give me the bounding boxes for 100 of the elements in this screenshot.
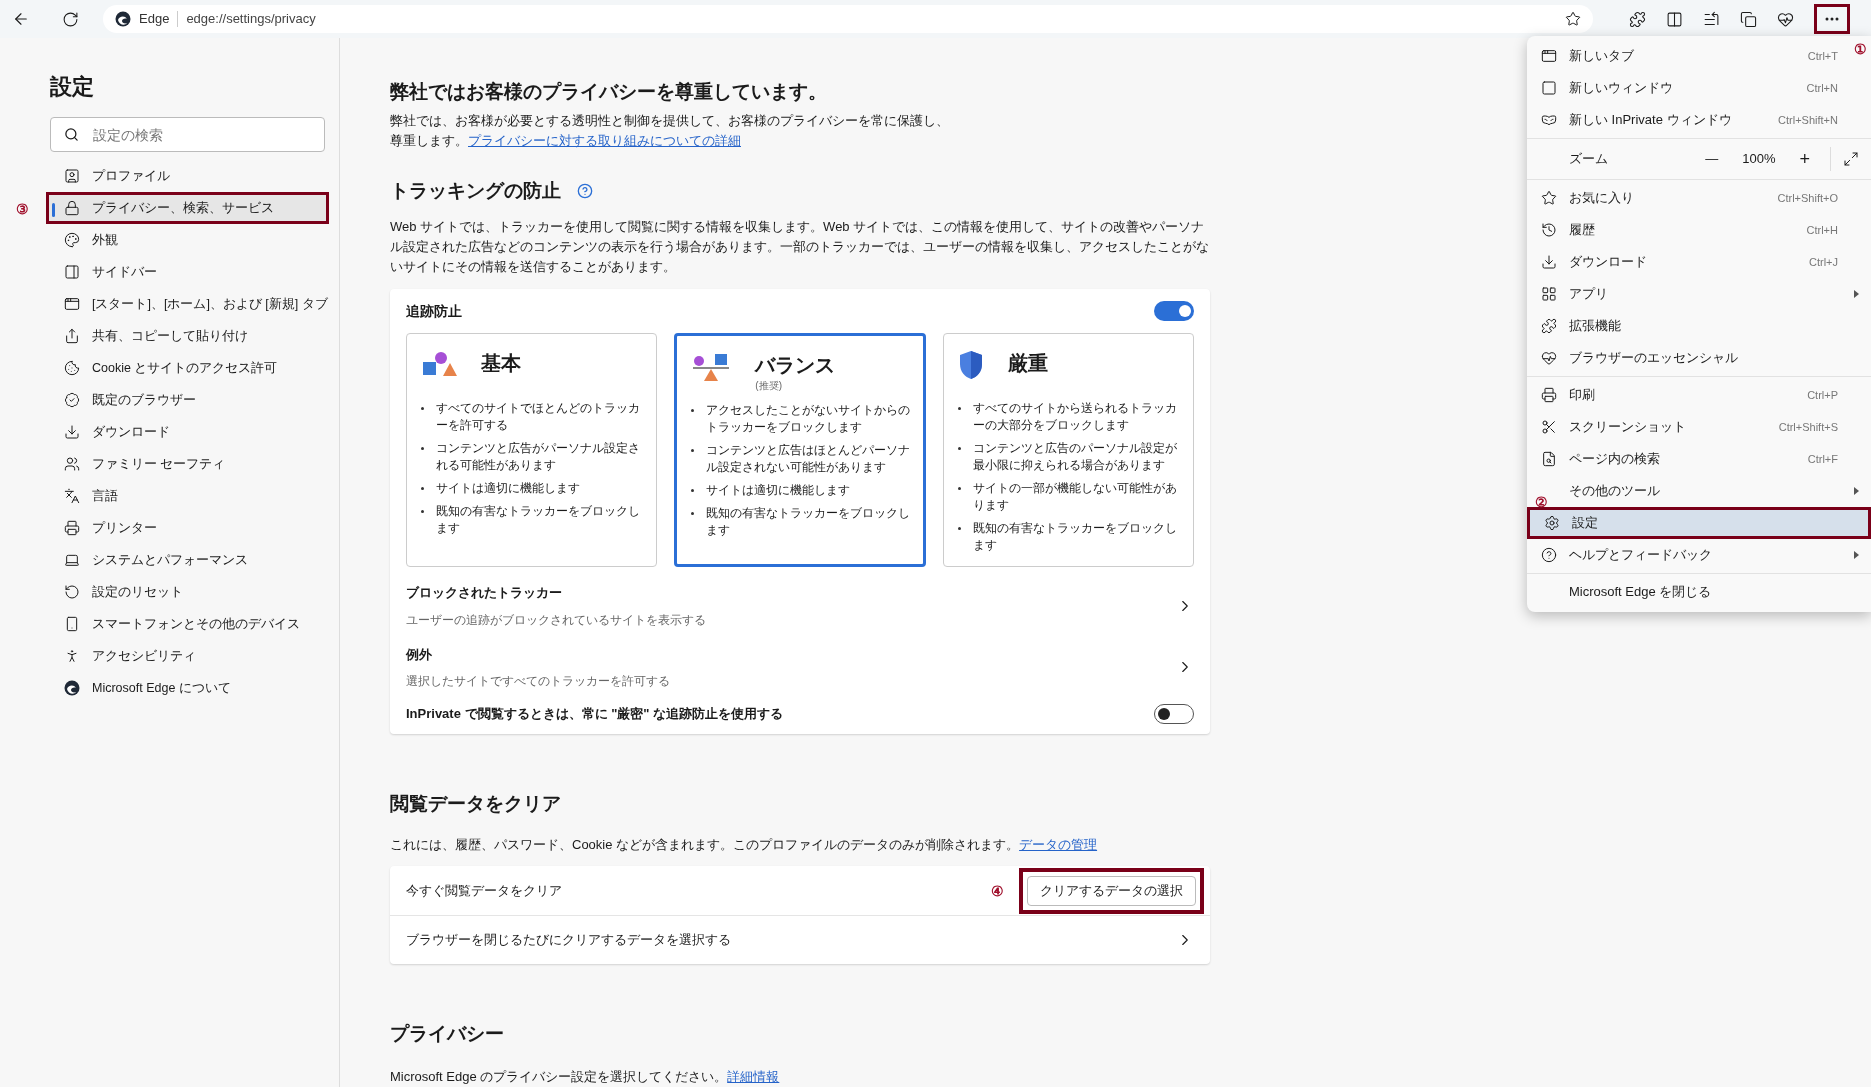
level-bullet: サイトは適切に機能します (706, 482, 851, 499)
menu-item-icon (1541, 48, 1557, 64)
zoom-out-button[interactable]: — (1697, 149, 1727, 169)
menu-item-icon (1541, 547, 1557, 563)
menu-item-icon (1544, 515, 1560, 531)
menu-item[interactable]: お気に入り (1569, 188, 1634, 208)
sidebar-item[interactable]: Microsoft Edge について (50, 672, 325, 704)
menu-item-icon (1541, 254, 1557, 270)
sidebar-item[interactable]: アクセシビリティ (50, 640, 325, 672)
sidebar-item[interactable]: 設定のリセット (50, 576, 325, 608)
favorite-star-icon[interactable] (1565, 11, 1581, 27)
sidebar-item[interactable]: ファミリー セーフティ (50, 448, 325, 480)
clear-description: これには、履歴、パスワード、Cookie などが含まれます。このプロファイルのデータのみが削除されます。データの管理 (390, 835, 1099, 854)
sidebar-item[interactable]: プライバシー、検索、サービス (46, 192, 329, 224)
menu-item[interactable]: Microsoft Edge を閉じる (1569, 582, 1712, 602)
level-bullet: 既知の有害なトラッカーをブロックします (436, 503, 641, 537)
shortcut-text: Ctrl+T (1807, 48, 1838, 64)
sidebar-item[interactable]: 共有、コピーして貼り付け (50, 320, 325, 352)
section-title: 閲覧データをクリア (390, 792, 562, 816)
sidebar-item-icon (64, 584, 80, 600)
intro-title: 弊社ではお客様のプライバシーを尊重しています。 (390, 80, 828, 104)
sidebar-item[interactable]: 外観 (50, 224, 325, 256)
menu-item[interactable]: ダウンロード (1569, 252, 1647, 272)
sidebar-item[interactable]: サイドバー (50, 256, 325, 288)
sidebar-item-icon (64, 456, 80, 472)
menu-item[interactable]: 設定 (1527, 507, 1871, 539)
collections-icon[interactable] (1740, 10, 1757, 28)
menu-item-icon (1541, 387, 1557, 403)
settings-row[interactable]: ブロックされたトラッカー ユーザーの追跡がブロックされているサイトを表示する (406, 567, 1194, 629)
sidebar-item[interactable]: スマートフォンとその他のデバイス (50, 608, 325, 640)
fullscreen-icon[interactable] (1843, 151, 1859, 167)
sidebar-item[interactable]: プロファイル (50, 160, 325, 192)
refresh-icon[interactable] (62, 10, 79, 28)
shortcut-text: Ctrl+H (1806, 222, 1838, 238)
menu-item[interactable]: アプリ (1569, 284, 1608, 304)
sidebar-title: 設定 (50, 73, 95, 101)
menu-item[interactable]: ブラウザーのエッセンシャル (1569, 348, 1738, 368)
sidebar-item-icon (64, 616, 80, 632)
row-title: ブロックされたトラッカー (406, 584, 563, 602)
menu-item[interactable]: 新しいウィンドウ (1569, 78, 1673, 98)
text-link[interactable]: 詳細情報 (727, 1068, 780, 1084)
shortcut-text: Ctrl+P (1807, 387, 1838, 403)
menu-item-icon (1541, 190, 1557, 206)
sidebar-item[interactable]: 既定のブラウザー (50, 384, 325, 416)
menu-item[interactable]: 新しいタブ (1569, 46, 1634, 66)
menu-item-icon (1541, 451, 1557, 467)
level-title: 基本 (481, 351, 521, 376)
menu-item-icon (1541, 286, 1557, 302)
level-title: バランス (755, 353, 836, 378)
search-field[interactable]: 設定の検索 (50, 117, 325, 152)
menu-item-icon (1541, 419, 1557, 435)
level-title: 厳重 (1007, 351, 1048, 376)
favorites-icon[interactable] (1703, 10, 1720, 28)
back-icon[interactable] (12, 10, 30, 28)
sidebar-item[interactable]: プリンター (50, 512, 325, 544)
level-card[interactable]: 基本 すべてのサイトでほとんどのトラッカーを許可する コンテンツと広告がパーソナル設定される可能性があります サイトは適切に機能します 既知の有害なトラッカーをブロックします (406, 333, 658, 567)
menu-item[interactable]: 拡張機能 (1569, 316, 1621, 336)
heart-pulse-icon[interactable] (1777, 10, 1794, 28)
menu-item[interactable]: スクリーンショット (1569, 417, 1686, 437)
row-title: 例外 (406, 645, 433, 664)
level-bullet: アクセスしたことがないサイトからのトラッカーをブロックします (706, 402, 912, 436)
level-card[interactable]: バランス (推奨) アクセスしたことがないサイトからのトラッカーをブロックします コンテンツと広告はほとんどパーソナル設定されない可能性があります サイトは適切に機能します 既知の有害なトラッカーをブロックします (674, 333, 926, 567)
sidebar-item-icon (64, 520, 80, 536)
menu-item[interactable]: ヘルプとフィードバック (1569, 545, 1712, 565)
zoom-in-button[interactable]: + (1791, 145, 1818, 173)
more-button[interactable] (1814, 4, 1850, 34)
more-icon (1825, 17, 1839, 21)
level-card[interactable]: 厳重 すべてのサイトから送られるトラッカーの大部分をブロックします コンテンツと広告のパーソナル設定が最小限に抑えられる場合があります サイトの一部が機能しない可能性があります 既知の有害なトラッカーをブロックします (942, 333, 1194, 567)
text-link[interactable]: プライバシーに対する取り組みについての詳細 (468, 132, 741, 148)
sidebar-item-icon (64, 168, 80, 184)
toggle-switch[interactable] (1154, 301, 1194, 321)
help-icon[interactable] (577, 182, 593, 199)
sidebar-item-icon (64, 232, 80, 248)
settings-row[interactable]: 例外 選択したサイトですべてのトラッカーを許可する (406, 628, 1194, 690)
split-screen-icon[interactable] (1666, 10, 1683, 28)
sidebar-item-icon (64, 488, 80, 504)
toggle-switch[interactable] (1154, 704, 1194, 724)
choose-data-button[interactable]: クリアするデータの選択 (1027, 875, 1196, 906)
level-bullet: 既知の有害なトラッカーをブロックします (972, 520, 1178, 554)
sidebar-item[interactable]: ダウンロード (50, 416, 325, 448)
level-bullet: コンテンツと広告のパーソナル設定が最小限に抑えられる場合があります (972, 440, 1178, 474)
sidebar-item[interactable]: システムとパフォーマンス (50, 544, 325, 576)
callout-number: ③ (16, 202, 29, 216)
menu-item[interactable]: 新しい InPrivate ウィンドウ (1569, 110, 1732, 130)
menu-item[interactable]: その他のツール (1569, 481, 1660, 501)
shortcut-text: Ctrl+Shift+N (1778, 112, 1838, 128)
inprivate-label: InPrivate で閲覧するときは、常に "厳密" な追跡防止を使用する (406, 705, 784, 724)
menu-item[interactable]: 印刷 (1569, 385, 1595, 405)
menu-item[interactable]: ページ内の検索 (1569, 449, 1660, 469)
text-link[interactable]: データの管理 (1019, 836, 1098, 852)
extensions-icon[interactable] (1629, 10, 1646, 28)
tracking-description: Web サイトでは、トラッカーを使用して閲覧に関する情報を収集します。Web サイトでは、この情報を使用して、サイトの改善やパーソナル設定された広告などのコンテンツの表示を行う場合があります。一部のトラッカーでは、ユーザーの情報を収集し、アクセスしたことがないサイトにその情報を送信することがあります。 (390, 218, 1210, 276)
address-bar[interactable]: Edge edge://settings/privacy (103, 5, 1593, 33)
menu-item-icon (1541, 80, 1557, 96)
sidebar-item[interactable]: 言語 (50, 480, 325, 512)
edge-logo-icon (64, 680, 80, 696)
menu-item[interactable]: 履歴 (1569, 220, 1595, 240)
section-title: プライバシー (390, 1022, 505, 1046)
sidebar-item[interactable]: Cookie とサイトのアクセス許可 (50, 352, 325, 384)
level-bullet: コンテンツと広告はほとんどパーソナル設定されない可能性があります (706, 442, 912, 476)
